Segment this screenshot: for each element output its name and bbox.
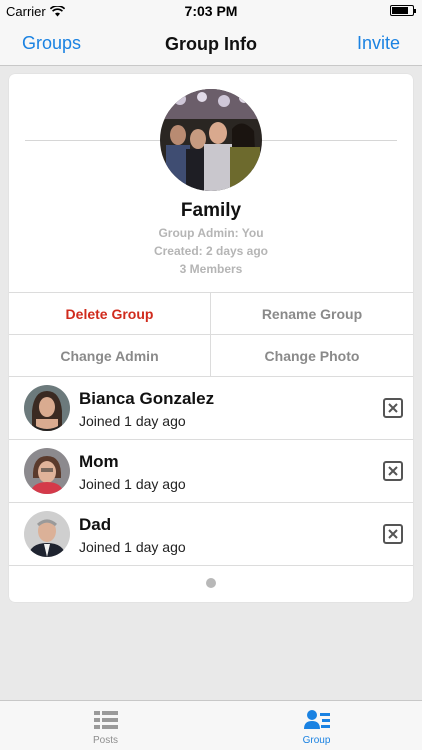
- close-icon: [388, 466, 398, 476]
- group-actions: Delete Group Rename Group Change Admin C…: [9, 292, 413, 377]
- close-icon: [388, 403, 398, 413]
- tab-posts[interactable]: Posts: [0, 701, 211, 750]
- change-admin-button[interactable]: Change Admin: [9, 335, 211, 377]
- navigation-bar: Groups Group Info Invite: [0, 22, 422, 66]
- invite-button[interactable]: Invite: [357, 33, 400, 54]
- list-item[interactable]: Mom Joined 1 day ago: [9, 440, 413, 503]
- list-item[interactable]: Dad Joined 1 day ago: [9, 503, 413, 566]
- member-count-label: 3 Members: [179, 262, 243, 276]
- group-icon: [304, 710, 330, 729]
- rename-group-button[interactable]: Rename Group: [211, 293, 413, 335]
- divider: [25, 140, 161, 141]
- group-created-label: Created: 2 days ago: [153, 244, 269, 258]
- remove-member-button[interactable]: [383, 398, 403, 418]
- remove-member-button[interactable]: [383, 461, 403, 481]
- avatar: [24, 511, 70, 557]
- member-list: Bianca Gonzalez Joined 1 day ago Mom Joi…: [9, 376, 413, 566]
- group-admin-label: Group Admin: You: [158, 226, 264, 240]
- status-bar: Carrier 7:03 PM: [0, 0, 422, 22]
- tab-posts-label: Posts: [92, 735, 118, 746]
- delete-group-button[interactable]: Delete Group: [9, 293, 211, 335]
- remove-member-button[interactable]: [383, 524, 403, 544]
- member-name: Bianca Gonzalez: [79, 389, 215, 408]
- member-joined: Joined 1 day ago: [79, 539, 186, 555]
- tab-group[interactable]: Group: [211, 701, 422, 750]
- group-info-card: Family Group Admin: You Created: 2 days …: [9, 74, 413, 602]
- battery-icon: [390, 5, 416, 16]
- status-time: 7:03 PM: [184, 3, 238, 19]
- group-name: Family: [180, 200, 242, 221]
- change-photo-button[interactable]: Change Photo: [211, 335, 413, 377]
- member-joined: Joined 1 day ago: [79, 413, 186, 429]
- member-joined: Joined 1 day ago: [79, 476, 186, 492]
- list-icon: [94, 711, 118, 729]
- divider: [261, 140, 397, 141]
- avatar: [24, 448, 70, 494]
- group-photo[interactable]: [160, 89, 262, 191]
- avatar: [24, 385, 70, 431]
- member-name: Dad: [79, 515, 112, 534]
- group-header: Family Group Admin: You Created: 2 days …: [9, 74, 413, 292]
- tab-group-label: Group: [302, 735, 331, 746]
- page-indicator: [206, 578, 216, 588]
- member-name: Mom: [79, 452, 119, 471]
- list-item[interactable]: Bianca Gonzalez Joined 1 day ago: [9, 377, 413, 440]
- close-icon: [388, 529, 398, 539]
- tab-bar: Posts Group: [0, 700, 422, 750]
